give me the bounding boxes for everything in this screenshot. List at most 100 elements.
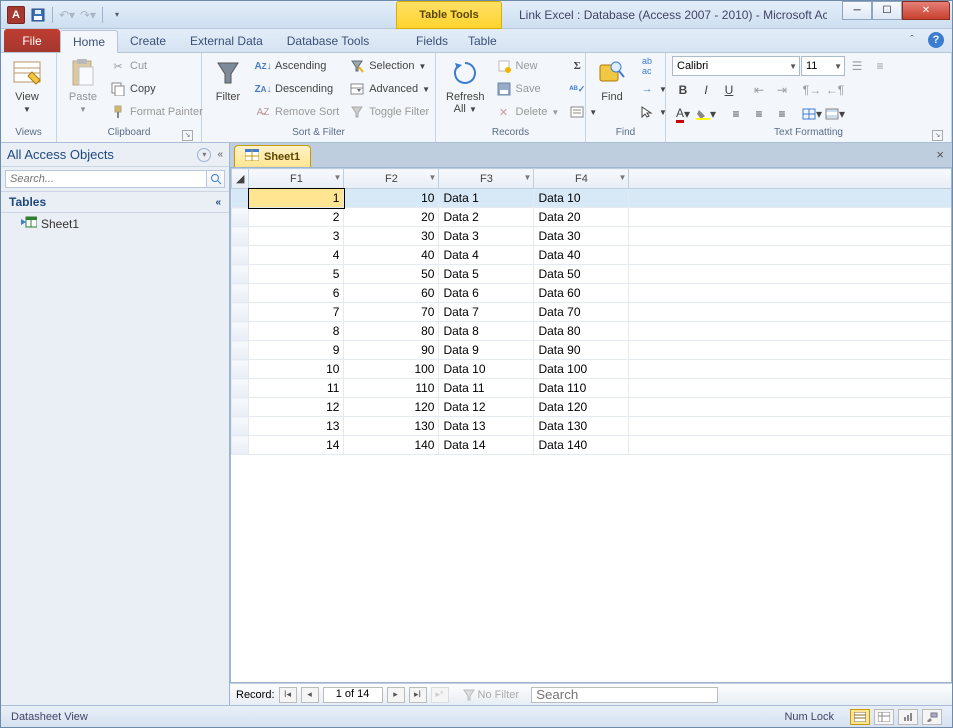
next-record-button[interactable]: ▸ (387, 687, 405, 703)
first-record-button[interactable]: I◂ (279, 687, 297, 703)
goto-button[interactable]: →▼ (636, 78, 670, 100)
row-selector[interactable] (232, 322, 249, 341)
cell[interactable]: 10 (344, 189, 439, 208)
cell[interactable]: 8 (249, 322, 344, 341)
table-row[interactable]: 13130Data 13Data 130 (232, 417, 952, 436)
cell[interactable]: Data 60 (534, 284, 629, 303)
nav-search-input[interactable] (5, 170, 207, 188)
view-button[interactable]: View▼ (7, 55, 47, 117)
table-row[interactable]: 660Data 6Data 60 (232, 284, 952, 303)
table-row[interactable]: 10100Data 10Data 100 (232, 360, 952, 379)
app-menu-button[interactable]: A (7, 6, 25, 24)
row-selector[interactable] (232, 284, 249, 303)
nav-menu-icon[interactable]: ▾ (197, 148, 211, 162)
select-button[interactable]: ▼ (636, 101, 670, 123)
font-color-button[interactable]: A▾ (672, 104, 694, 124)
tab-home[interactable]: Home (60, 30, 118, 53)
row-selector[interactable] (232, 303, 249, 322)
cell[interactable]: Data 2 (439, 208, 534, 227)
numbering-button[interactable]: ≡ (869, 56, 891, 76)
minimize-ribbon-icon[interactable]: ˆ (904, 32, 920, 48)
cell[interactable]: Data 4 (439, 246, 534, 265)
underline-button[interactable]: U (718, 80, 740, 100)
table-row[interactable]: 12120Data 12Data 120 (232, 398, 952, 417)
cell[interactable]: 140 (344, 436, 439, 455)
chevron-down-icon[interactable]: ▼ (524, 173, 532, 182)
cell[interactable]: 50 (344, 265, 439, 284)
cell[interactable]: Data 14 (439, 436, 534, 455)
cell[interactable]: Data 13 (439, 417, 534, 436)
removesort-button[interactable]: A̶ZRemove Sort (252, 101, 342, 123)
cell[interactable]: Data 110 (534, 379, 629, 398)
col-header-F1[interactable]: F1▼ (249, 169, 344, 189)
tab-create[interactable]: Create (118, 29, 178, 52)
cell[interactable]: 9 (249, 341, 344, 360)
cell[interactable]: Data 30 (534, 227, 629, 246)
row-selector[interactable] (232, 379, 249, 398)
cell[interactable]: Data 12 (439, 398, 534, 417)
prev-record-button[interactable]: ◂ (301, 687, 319, 703)
row-selector[interactable] (232, 227, 249, 246)
chevron-down-icon[interactable]: ▼ (334, 173, 342, 182)
indent-decrease-button[interactable]: ⇤ (748, 80, 770, 100)
cell[interactable]: Data 50 (534, 265, 629, 284)
search-icon[interactable] (207, 170, 225, 188)
table-row[interactable]: 880Data 8Data 80 (232, 322, 952, 341)
find-button[interactable]: Find (592, 55, 632, 105)
row-selector[interactable] (232, 208, 249, 227)
clipboard-dialog-launcher[interactable]: ↘ (182, 130, 193, 141)
gridlines-button[interactable]: ▾ (801, 104, 823, 124)
chevron-down-icon[interactable]: ▼ (619, 173, 627, 182)
table-row[interactable]: 110Data 1Data 10 (232, 189, 952, 208)
row-selector[interactable] (232, 265, 249, 284)
font-size-select[interactable]: 11▼ (801, 56, 845, 76)
cell[interactable]: 14 (249, 436, 344, 455)
cell[interactable]: 40 (344, 246, 439, 265)
cell[interactable]: Data 9 (439, 341, 534, 360)
cell[interactable]: Data 10 (439, 360, 534, 379)
cell[interactable]: Data 40 (534, 246, 629, 265)
cell[interactable]: Data 20 (534, 208, 629, 227)
cell[interactable]: 3 (249, 227, 344, 246)
row-selector[interactable] (232, 436, 249, 455)
cut-button[interactable]: ✂Cut (107, 55, 206, 77)
nav-item-sheet1[interactable]: Sheet1 (1, 213, 229, 234)
advanced-button[interactable]: Advanced ▼ (346, 78, 433, 100)
cell[interactable]: 120 (344, 398, 439, 417)
cell[interactable]: 20 (344, 208, 439, 227)
cell[interactable]: 30 (344, 227, 439, 246)
table-row[interactable]: 550Data 5Data 50 (232, 265, 952, 284)
italic-button[interactable]: I (695, 80, 717, 100)
cell[interactable]: 70 (344, 303, 439, 322)
maximize-button[interactable]: ☐ (872, 1, 902, 20)
datasheet-view-switch[interactable] (850, 709, 870, 725)
cell[interactable]: Data 6 (439, 284, 534, 303)
last-record-button[interactable]: ▸I (409, 687, 427, 703)
doc-close-button[interactable]: × (936, 147, 944, 162)
replace-button[interactable]: abac (636, 55, 670, 77)
qat-customize-icon[interactable]: ▾ (108, 6, 126, 24)
selection-button[interactable]: Selection ▼ (346, 55, 433, 77)
cell[interactable]: 2 (249, 208, 344, 227)
altrow-button[interactable]: ▾ (824, 104, 846, 124)
datasheet-grid[interactable]: ◢F1▼F2▼F3▼F4▼110Data 1Data 10220Data 2Da… (230, 167, 952, 683)
table-row[interactable]: 220Data 2Data 20 (232, 208, 952, 227)
delete-button[interactable]: ✕Delete ▼ (493, 101, 563, 123)
refreshall-button[interactable]: Refresh All ▼ (442, 55, 489, 117)
new-button[interactable]: New (493, 55, 563, 77)
copy-button[interactable]: Copy (107, 78, 206, 100)
cell[interactable]: Data 1 (439, 189, 534, 208)
font-select[interactable]: Calibri▼ (672, 56, 800, 76)
col-header-F2[interactable]: F2▼ (344, 169, 439, 189)
ltr-button[interactable]: ¶→ (801, 80, 823, 100)
file-tab[interactable]: File (4, 29, 60, 52)
col-header-F4[interactable]: F4▼ (534, 169, 629, 189)
align-right-button[interactable]: ≡ (771, 104, 793, 124)
cell[interactable]: 80 (344, 322, 439, 341)
align-center-button[interactable]: ≡ (748, 104, 770, 124)
pivottable-view-switch[interactable] (874, 709, 894, 725)
cell[interactable]: Data 7 (439, 303, 534, 322)
collapse-pane-icon[interactable]: « (217, 149, 223, 160)
design-view-switch[interactable] (922, 709, 942, 725)
ascending-button[interactable]: AZ↓Ascending (252, 55, 342, 77)
